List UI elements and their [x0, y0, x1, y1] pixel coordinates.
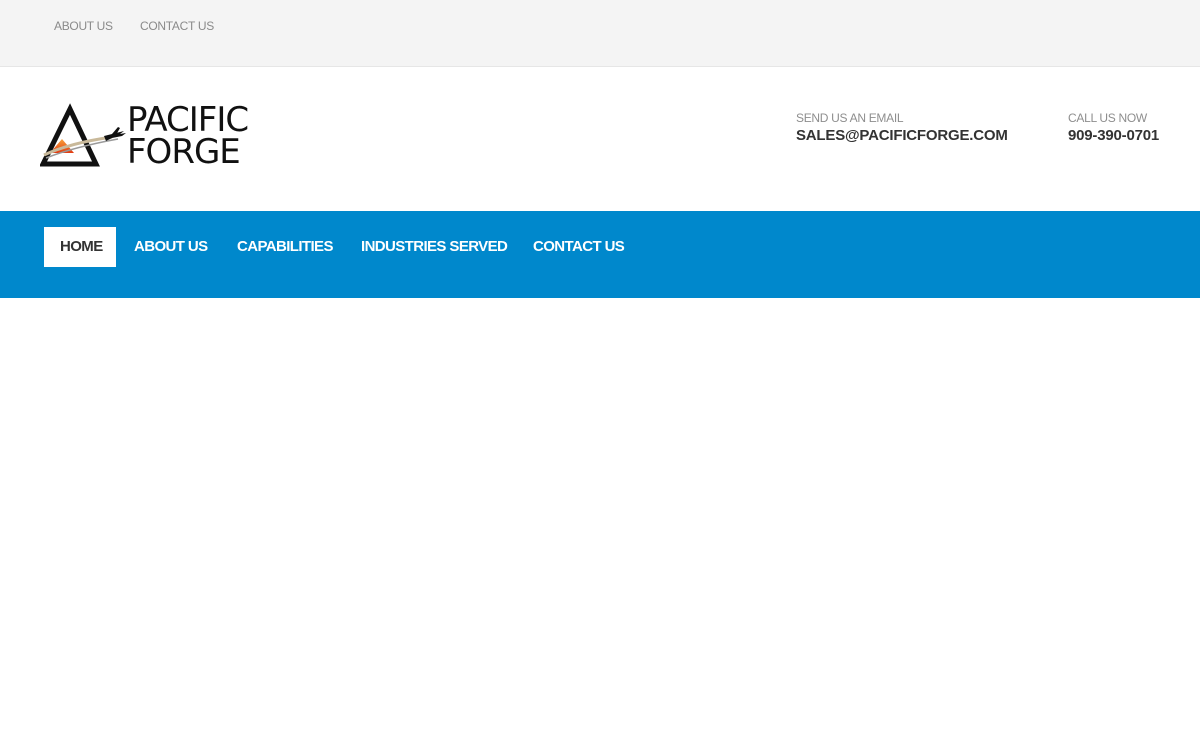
nav-item-industries-served[interactable]: INDUSTRIES SERVED: [345, 227, 523, 267]
logo-text-forge: FORGE: [127, 132, 241, 172]
nav-item-capabilities[interactable]: CAPABILITIES: [221, 227, 349, 267]
phone-link[interactable]: 909-390-0701: [1068, 127, 1159, 145]
site-header: PACIFIC FORGE SEND US AN EMAIL SALES@PAC…: [0, 67, 1200, 211]
phone-contact-block: CALL US NOW 909-390-0701: [1068, 111, 1159, 145]
nav-item-home[interactable]: HOME: [44, 227, 116, 267]
top-link-contact-us[interactable]: CONTACT US: [140, 19, 214, 33]
phone-label: CALL US NOW: [1068, 111, 1147, 125]
main-content-area: [0, 298, 1200, 750]
email-label: SEND US AN EMAIL: [796, 111, 904, 125]
nav-item-contact-us[interactable]: CONTACT US: [517, 227, 640, 267]
site-logo[interactable]: PACIFIC FORGE: [40, 103, 250, 169]
email-contact-block: SEND US AN EMAIL SALES@PACIFICFORGE.COM: [796, 111, 1008, 145]
nav-item-about-us[interactable]: ABOUT US: [118, 227, 224, 267]
email-link[interactable]: SALES@PACIFICFORGE.COM: [796, 127, 1008, 145]
top-link-about-us[interactable]: ABOUT US: [54, 19, 113, 33]
main-navigation: HOME ABOUT US CAPABILITIES INDUSTRIES SE…: [0, 211, 1200, 298]
triangle-jet-logo-icon: [40, 103, 126, 167]
top-bar: ABOUT US CONTACT US: [0, 0, 1200, 67]
